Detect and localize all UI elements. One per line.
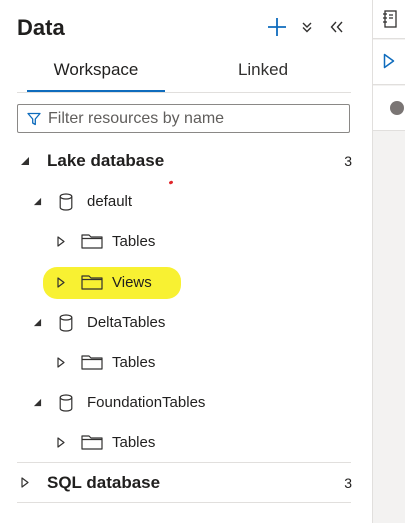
data-panel: Data Workspace Linked Lake database 3 [0,0,372,523]
tree-item-deltatables-tables[interactable]: Tables [0,345,372,381]
collapsed-triangle-icon [57,277,65,288]
editor-strip [372,0,405,523]
tree-item-default-tables[interactable]: Tables [0,224,372,260]
chevron-double-left-icon [330,21,343,33]
strip-run-row [373,40,405,85]
collapsed-triangle-icon [21,477,29,488]
tree-item-foundationtables-tables[interactable]: Tables [0,425,372,461]
tree-item-default-views[interactable]: Views [0,265,372,301]
chevron-double-down-icon [302,22,312,33]
tree-label: Views [112,274,152,291]
collapse-panel-button[interactable] [326,14,348,40]
tab-workspace[interactable]: Workspace [27,60,165,92]
tree-label: Lake database [47,151,165,170]
section-divider [17,462,351,463]
filter-icon [27,112,41,126]
folder-icon [81,234,103,249]
collapsed-triangle-icon [57,357,65,368]
strip-toolbar [373,0,405,39]
folder-icon [81,435,103,450]
tree-label: Tables [112,434,156,451]
database-icon [59,394,73,412]
expanded-triangle-icon [33,197,42,206]
expanded-triangle-icon [33,398,42,407]
filter-input[interactable] [48,108,343,129]
tree-item-sql-database[interactable]: SQL database 3 [0,465,372,501]
tabs-divider [17,92,351,93]
expanded-triangle-icon [33,318,42,327]
tree-label: Tables [112,354,156,371]
expanded-triangle-icon [21,157,29,165]
collapsed-triangle-icon [57,437,65,448]
database-icon [59,314,73,332]
strip-status-row [373,86,405,131]
tree-item-foundationtables[interactable]: FoundationTables [0,385,372,421]
tree-label: FoundationTables [87,394,206,411]
tree-item-lake-database[interactable]: Lake database 3 [0,143,372,179]
run-icon[interactable] [383,53,395,69]
panel-title: Data [17,15,65,40]
tree-item-deltatables[interactable]: DeltaTables [0,305,372,341]
tree-label: Tables [112,233,156,250]
tab-linked[interactable]: Linked [198,60,328,90]
collapsed-triangle-icon [57,236,65,247]
item-count: 3 [344,475,352,491]
tree-label: DeltaTables [87,314,166,331]
plus-icon [268,18,286,36]
collapse-all-button[interactable] [297,14,317,40]
folder-icon [81,275,103,290]
item-count: 3 [344,153,352,169]
status-dot-icon [390,101,404,115]
notebook-icon[interactable] [382,10,398,28]
database-icon [59,193,73,211]
tree-label: SQL database [47,473,161,492]
bottom-divider [17,502,351,503]
filter-box [17,104,350,133]
tree-item-default[interactable]: default [0,184,372,220]
add-resource-button[interactable] [264,14,290,40]
folder-icon [81,355,103,370]
tree-label: default [87,193,133,210]
